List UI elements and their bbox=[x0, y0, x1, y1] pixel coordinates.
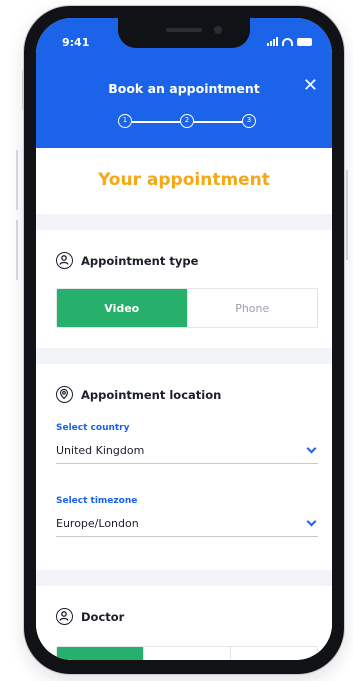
video-option[interactable]: Video bbox=[57, 289, 187, 327]
appointment-location-card: Appointment location Select country Unit… bbox=[36, 364, 332, 570]
any-option[interactable]: Any bbox=[57, 647, 143, 660]
frame-line bbox=[22, 70, 23, 110]
timezone-select[interactable]: Europe/London bbox=[56, 511, 318, 537]
person-icon bbox=[56, 252, 73, 269]
phone-screen: 9:41 Book an appointment ✕ 1 2 3 Your ap… bbox=[36, 18, 332, 660]
hero-heading: Your appointment bbox=[98, 170, 270, 190]
doctor-gender-toggle: Any Male Female bbox=[56, 646, 318, 660]
person-icon bbox=[56, 608, 73, 625]
country-label: Select country bbox=[56, 423, 130, 433]
male-option[interactable]: Male bbox=[143, 647, 230, 660]
chevron-down-icon bbox=[306, 443, 317, 454]
stepper-line bbox=[194, 121, 242, 123]
appointment-type-title: Appointment type bbox=[81, 253, 199, 268]
speaker-grille bbox=[166, 28, 202, 32]
stepper-line bbox=[132, 121, 180, 123]
step-2-indicator: 2 bbox=[180, 114, 194, 128]
country-select[interactable]: United Kingdom bbox=[56, 438, 318, 464]
frame-line bbox=[16, 220, 18, 280]
timezone-value: Europe/London bbox=[56, 517, 139, 530]
status-time: 9:41 bbox=[62, 36, 90, 49]
hero-section: Your appointment bbox=[36, 148, 332, 214]
doctor-title: Doctor bbox=[81, 609, 125, 624]
progress-stepper: 1 2 3 bbox=[118, 114, 256, 130]
phone-frame: 9:41 Book an appointment ✕ 1 2 3 Your ap… bbox=[24, 6, 344, 674]
status-icons bbox=[267, 37, 312, 46]
appointment-type-header: Appointment type bbox=[56, 252, 198, 269]
step-1-indicator: 1 bbox=[118, 114, 132, 128]
close-button[interactable]: ✕ bbox=[303, 77, 318, 95]
phone-option[interactable]: Phone bbox=[186, 289, 318, 327]
phone-notch bbox=[118, 18, 250, 48]
chevron-down-icon bbox=[306, 516, 317, 527]
step-3-indicator: 3 bbox=[242, 114, 256, 128]
battery-icon bbox=[297, 38, 312, 46]
timezone-label: Select timezone bbox=[56, 496, 138, 506]
doctor-header: Doctor bbox=[56, 608, 124, 625]
appointment-type-card: Appointment type Video Phone bbox=[36, 230, 332, 348]
camera-dot bbox=[214, 26, 222, 34]
mockup-stage: 9:41 Book an appointment ✕ 1 2 3 Your ap… bbox=[0, 0, 353, 681]
appointment-location-title: Appointment location bbox=[81, 387, 222, 402]
appointment-location-header: Appointment location bbox=[56, 386, 221, 403]
country-value: United Kingdom bbox=[56, 444, 145, 457]
wifi-icon bbox=[282, 38, 293, 46]
signal-icon bbox=[267, 37, 278, 46]
appointment-type-toggle: Video Phone bbox=[56, 288, 318, 328]
location-pin-icon bbox=[56, 386, 73, 403]
doctor-card: Doctor Any Male Female bbox=[36, 586, 332, 660]
frame-line bbox=[346, 170, 348, 260]
page-title: Book an appointment bbox=[108, 81, 260, 96]
female-option[interactable]: Female bbox=[230, 647, 317, 660]
frame-line bbox=[16, 150, 18, 210]
